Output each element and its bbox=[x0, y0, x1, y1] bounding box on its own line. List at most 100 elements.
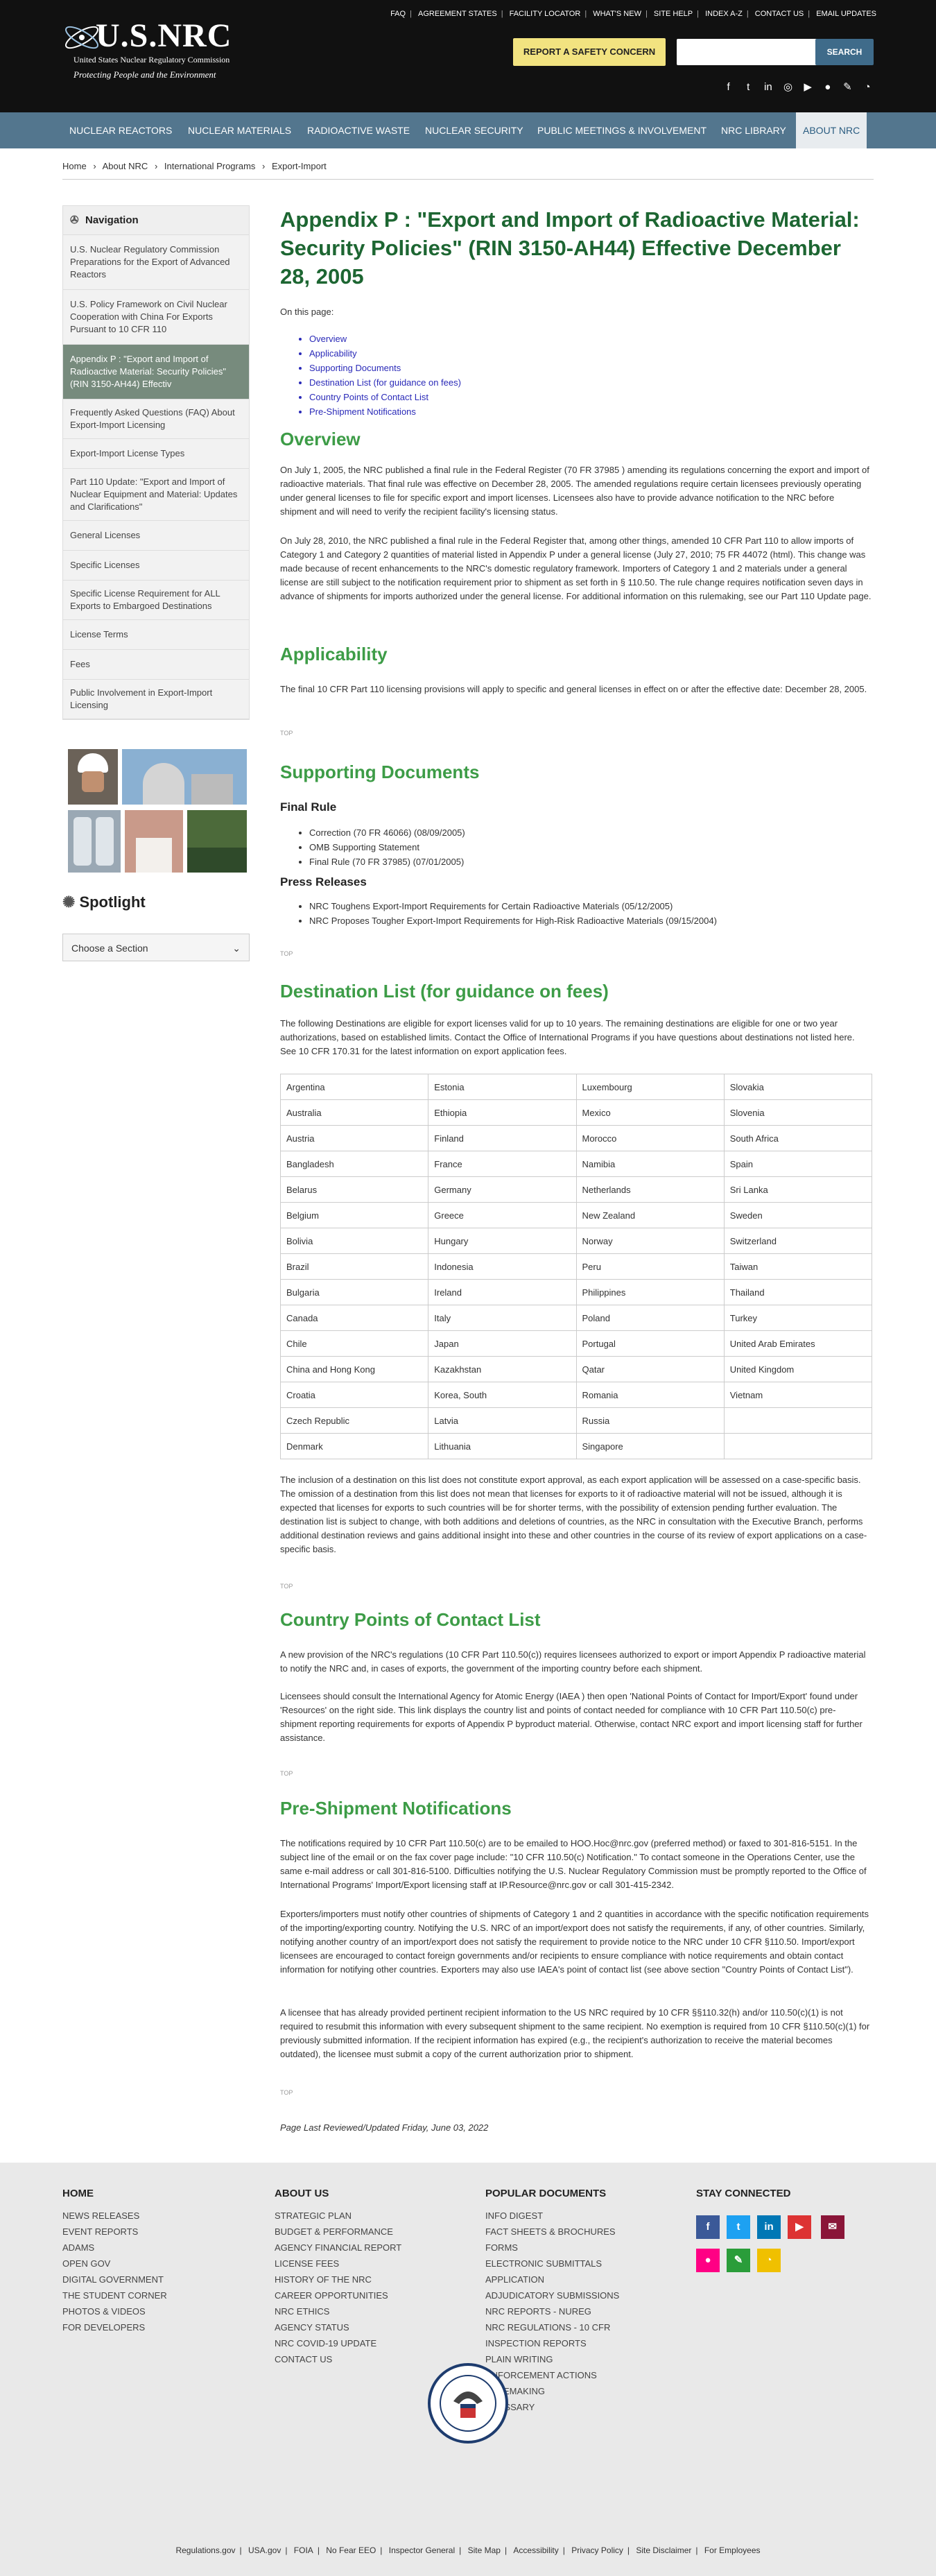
footer-link[interactable]: ELECTRONIC SUBMITTALS bbox=[485, 2256, 619, 2272]
back-to-top-link[interactable]: TOP bbox=[280, 2089, 293, 2096]
blog-icon[interactable]: ✎ bbox=[842, 80, 852, 93]
nav-nuclear-materials[interactable]: NUCLEAR MATERIALS bbox=[188, 112, 291, 148]
footer-bottom-link[interactable]: Regulations.gov bbox=[175, 2545, 235, 2555]
final-rule-link[interactable]: OMB Supporting Statement bbox=[309, 840, 872, 855]
footer-bottom-link[interactable]: Accessibility bbox=[513, 2545, 558, 2555]
footer-link[interactable]: CAREER OPPORTUNITIES bbox=[275, 2287, 401, 2303]
final-rule-link[interactable]: Correction (70 FR 46066) (08/09/2005) bbox=[309, 825, 872, 840]
footer-link[interactable]: NEWS RELEASES bbox=[62, 2208, 167, 2224]
footer-link[interactable]: AGENCY STATUS bbox=[275, 2319, 401, 2335]
footer-bottom-link[interactable]: Privacy Policy bbox=[571, 2545, 623, 2555]
search-button[interactable]: SEARCH bbox=[815, 39, 874, 65]
footer-bottom-link[interactable]: No Fear EEO bbox=[326, 2545, 376, 2555]
nav-radioactive-waste[interactable]: RADIOACTIVE WASTE bbox=[307, 112, 410, 148]
twitter-icon[interactable]: t bbox=[727, 2215, 750, 2239]
footer-bottom-link[interactable]: Inspector General bbox=[389, 2545, 455, 2555]
instagram-icon[interactable]: ◎ bbox=[783, 80, 793, 93]
sidebar-item-active[interactable]: Appendix P : "Export and Import of Radio… bbox=[63, 345, 249, 400]
footer-link[interactable]: INSPECTION REPORTS bbox=[485, 2335, 619, 2351]
flickr-icon[interactable]: ● bbox=[696, 2249, 720, 2272]
footer-link[interactable]: FACT SHEETS & BROCHURES bbox=[485, 2224, 619, 2240]
footer-link[interactable]: ADJUDICATORY SUBMISSIONS bbox=[485, 2287, 619, 2303]
footer-link[interactable]: DIGITAL GOVERNMENT bbox=[62, 2272, 167, 2287]
utility-link-whats-new[interactable]: WHAT'S NEW bbox=[593, 10, 641, 18]
sidebar-item[interactable]: Fees bbox=[63, 650, 249, 680]
footer-home-heading[interactable]: HOME bbox=[62, 2188, 167, 2199]
nrc-logo[interactable]: U.S.NRC United States Nuclear Regulatory… bbox=[61, 17, 262, 86]
toc-link-country-points[interactable]: Country Points of Contact List bbox=[309, 390, 872, 404]
sidebar-item[interactable]: U.S. Policy Framework on Civil Nuclear C… bbox=[63, 290, 249, 345]
toc-link-overview[interactable]: Overview bbox=[309, 332, 872, 346]
utility-link-site-help[interactable]: SITE HELP bbox=[654, 10, 693, 18]
rss-icon[interactable]: ◔ bbox=[863, 81, 872, 93]
footer-bottom-link[interactable]: USA.gov bbox=[248, 2545, 281, 2555]
nav-about-nrc[interactable]: ABOUT NRC bbox=[796, 112, 867, 148]
nav-nrc-library[interactable]: NRC LIBRARY bbox=[721, 112, 786, 148]
sidebar-item[interactable]: Part 110 Update: "Export and Import of N… bbox=[63, 469, 249, 521]
youtube-icon[interactable]: ▶ bbox=[803, 80, 813, 93]
nav-public-meetings[interactable]: PUBLIC MEETINGS & INVOLVEMENT bbox=[537, 112, 707, 148]
footer-link[interactable]: FOR DEVELOPERS bbox=[62, 2319, 167, 2335]
toc-link-applicability[interactable]: Applicability bbox=[309, 346, 872, 361]
youtube-icon[interactable]: ▶ bbox=[788, 2215, 811, 2239]
footer-bottom-link[interactable]: Site Disclaimer bbox=[636, 2545, 691, 2555]
breadcrumb-export-import[interactable]: Export-Import bbox=[272, 161, 327, 171]
breadcrumb-international-programs[interactable]: International Programs bbox=[164, 161, 256, 171]
back-to-top-link[interactable]: TOP bbox=[280, 950, 293, 957]
footer-link[interactable]: NRC REGULATIONS - 10 CFR bbox=[485, 2319, 619, 2335]
footer-popular-heading[interactable]: POPULAR DOCUMENTS bbox=[485, 2188, 619, 2199]
linkedin-icon[interactable]: in bbox=[763, 81, 773, 93]
sidebar-item[interactable]: Export-Import License Types bbox=[63, 439, 249, 469]
blog-icon[interactable]: ✎ bbox=[727, 2249, 750, 2272]
sidebar-item[interactable]: Public Involvement in Export-Import Lice… bbox=[63, 680, 249, 719]
sidebar-item[interactable]: Specific Licenses bbox=[63, 551, 249, 581]
facebook-icon[interactable]: f bbox=[724, 81, 734, 93]
toc-link-pre-shipment[interactable]: Pre-Shipment Notifications bbox=[309, 404, 872, 419]
sidebar-item[interactable]: Specific License Requirement for ALL Exp… bbox=[63, 581, 249, 620]
press-release-link[interactable]: NRC Toughens Export-Import Requirements … bbox=[309, 899, 872, 913]
footer-bottom-link[interactable]: For Employees bbox=[704, 2545, 761, 2555]
report-safety-concern-button[interactable]: REPORT A SAFETY CONCERN bbox=[513, 38, 666, 66]
back-to-top-link[interactable]: TOP bbox=[280, 1583, 293, 1590]
footer-link[interactable]: HISTORY OF THE NRC bbox=[275, 2272, 401, 2287]
footer-link[interactable]: FORMS bbox=[485, 2240, 619, 2256]
back-to-top-link[interactable]: TOP bbox=[280, 1770, 293, 1777]
utility-link-contact-us[interactable]: CONTACT US bbox=[755, 10, 804, 18]
toc-link-supporting-documents[interactable]: Supporting Documents bbox=[309, 361, 872, 375]
footer-link[interactable]: PHOTOS & VIDEOS bbox=[62, 2303, 167, 2319]
footer-bottom-link[interactable]: FOIA bbox=[294, 2545, 313, 2555]
footer-link[interactable]: EVENT REPORTS bbox=[62, 2224, 167, 2240]
choose-section-select[interactable]: Choose a Section ⌄ bbox=[62, 934, 250, 961]
footer-link[interactable]: BUDGET & PERFORMANCE bbox=[275, 2224, 401, 2240]
rss-icon[interactable]: ◔ bbox=[757, 2249, 781, 2272]
footer-bottom-link[interactable]: Site Map bbox=[468, 2545, 501, 2555]
footer-link[interactable]: CONTACT US bbox=[275, 2351, 401, 2367]
flickr-icon[interactable]: ● bbox=[823, 81, 833, 93]
footer-about-heading[interactable]: ABOUT US bbox=[275, 2188, 401, 2199]
utility-link-index[interactable]: INDEX A-Z bbox=[705, 10, 743, 18]
final-rule-link[interactable]: Final Rule (70 FR 37985) (07/01/2005) bbox=[309, 855, 872, 869]
sidebar-item[interactable]: U.S. Nuclear Regulatory Commission Prepa… bbox=[63, 235, 249, 290]
nav-nuclear-security[interactable]: NUCLEAR SECURITY bbox=[425, 112, 523, 148]
press-release-link[interactable]: NRC Proposes Tougher Export-Import Requi… bbox=[309, 913, 872, 928]
email-icon[interactable]: ✉ bbox=[820, 2215, 844, 2239]
footer-link[interactable]: NRC COVID-19 UPDATE bbox=[275, 2335, 401, 2351]
facebook-icon[interactable]: f bbox=[696, 2215, 720, 2239]
utility-link-facility-locator[interactable]: FACILITY LOCATOR bbox=[510, 10, 581, 18]
footer-link[interactable]: AGENCY FINANCIAL REPORT bbox=[275, 2240, 401, 2256]
utility-link-faq[interactable]: FAQ bbox=[390, 10, 406, 18]
breadcrumb-about-nrc[interactable]: About NRC bbox=[103, 161, 148, 171]
sidebar-item[interactable]: General Licenses bbox=[63, 521, 249, 551]
back-to-top-link[interactable]: TOP bbox=[280, 730, 293, 737]
utility-link-email-updates[interactable]: EMAIL UPDATES bbox=[816, 10, 876, 18]
footer-link[interactable]: ADAMS bbox=[62, 2240, 167, 2256]
linkedin-icon[interactable]: in bbox=[757, 2215, 781, 2239]
footer-link[interactable]: NRC ETHICS bbox=[275, 2303, 401, 2319]
footer-link[interactable]: INFO DIGEST bbox=[485, 2208, 619, 2224]
utility-link-agreement-states[interactable]: AGREEMENT STATES bbox=[418, 10, 497, 18]
nav-nuclear-reactors[interactable]: NUCLEAR REACTORS bbox=[69, 112, 172, 148]
footer-link[interactable]: LICENSE FEES bbox=[275, 2256, 401, 2272]
breadcrumb-home[interactable]: Home bbox=[62, 161, 87, 171]
search-input[interactable] bbox=[677, 39, 826, 65]
sidebar-item[interactable]: Frequently Asked Questions (FAQ) About E… bbox=[63, 400, 249, 439]
